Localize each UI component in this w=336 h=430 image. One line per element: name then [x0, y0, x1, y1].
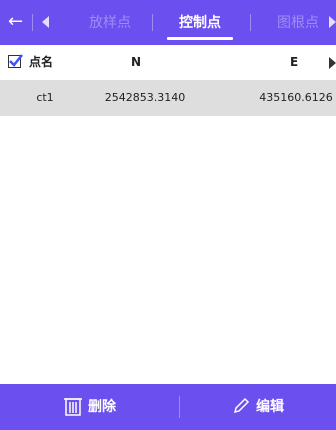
- edit-button[interactable]: 编辑: [232, 395, 322, 419]
- tab-control-points[interactable]: 控制点: [167, 12, 233, 40]
- scroll-right-icon[interactable]: [329, 57, 336, 69]
- column-header-e: E: [290, 55, 299, 69]
- divider: [250, 14, 251, 31]
- scroll-left-icon[interactable]: [42, 16, 49, 28]
- table-row[interactable]: ct1 2542853.3140 435160.6126: [0, 80, 336, 116]
- divider: [179, 396, 180, 418]
- cell-e: 435160.6126: [259, 91, 333, 104]
- checkmark-icon: [9, 54, 23, 67]
- back-arrow-icon[interactable]: ←: [8, 12, 28, 32]
- column-header-n: N: [131, 55, 142, 69]
- trash-icon: [64, 398, 82, 416]
- cell-name: ct1: [36, 91, 54, 104]
- tab-stakeout-points[interactable]: 放样点: [82, 12, 138, 36]
- tab-traverse-points[interactable]: 图根点: [270, 12, 326, 36]
- top-navigation-bar: ← 放样点 控制点 图根点: [0, 0, 336, 45]
- delete-label: 删除: [88, 399, 116, 415]
- select-all-checkbox[interactable]: [8, 54, 23, 68]
- divider: [152, 14, 153, 31]
- divider: [32, 14, 33, 31]
- edit-label: 编辑: [256, 399, 284, 415]
- delete-button[interactable]: 删除: [64, 395, 154, 419]
- column-header-name: 点名: [29, 55, 54, 69]
- pencil-icon: [233, 397, 250, 414]
- scroll-right-icon[interactable]: [329, 16, 336, 28]
- bottom-action-bar: 删除 编辑: [0, 384, 336, 430]
- table-header: 点名 N E: [0, 45, 336, 81]
- cell-n: 2542853.3140: [104, 91, 186, 104]
